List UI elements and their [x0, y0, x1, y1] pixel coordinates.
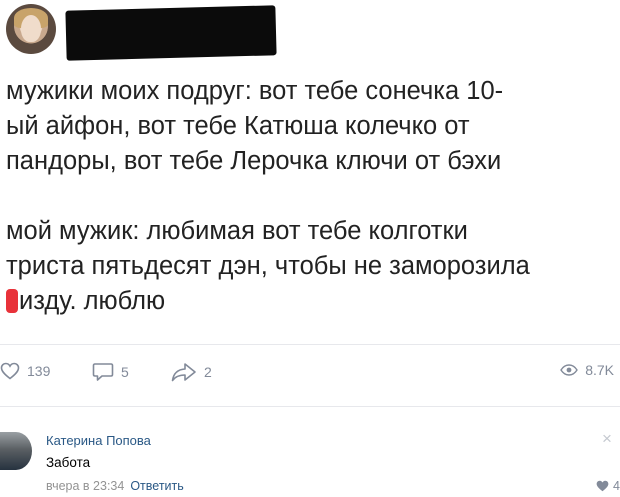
heart-icon [0, 362, 20, 380]
author-avatar[interactable] [6, 4, 56, 54]
post-line: триста пятьдесят дэн, чтобы не заморозил… [6, 252, 530, 280]
post-paragraph-2: мой мужик: любимая вот тебе колготки трис… [6, 214, 606, 319]
close-icon[interactable]: × [602, 429, 612, 449]
comment-avatar[interactable] [0, 432, 32, 470]
like-button[interactable]: 139 [0, 362, 50, 380]
avatar-face [21, 15, 41, 42]
post-text: мужики моих подруг: вот тебе сонечка 10-… [6, 74, 606, 319]
share-count: 2 [204, 364, 212, 380]
post-line: изду. люблю [19, 287, 166, 315]
share-icon [171, 363, 196, 382]
views-counter: 8.7K [560, 362, 614, 378]
reply-link[interactable]: Ответить [130, 479, 183, 493]
comment-time[interactable]: вчера в 23:34 [46, 479, 124, 493]
comment-icon [92, 363, 114, 381]
heart-icon [596, 480, 609, 492]
author-name-redaction [65, 5, 277, 61]
divider [0, 406, 620, 407]
comment-like-button[interactable]: 4 [596, 479, 620, 493]
comment-like-count: 4 [613, 479, 620, 493]
comment-count: 5 [121, 364, 129, 380]
comment-button[interactable]: 5 [92, 362, 129, 382]
comment-text: Забота [46, 455, 91, 470]
comment-author[interactable]: Катерина Попова [46, 433, 151, 448]
post-line: мой мужик: любимая вот тебе колготки [6, 217, 468, 245]
share-button[interactable]: 2 [171, 362, 212, 382]
eye-icon [560, 364, 579, 376]
post-actions: 139 5 2 8.7K [0, 358, 620, 388]
views-count: 8.7K [585, 362, 614, 378]
post-paragraph-1: мужики моих подруг: вот тебе сонечка 10-… [6, 77, 504, 175]
comment-meta: вчера в 23:34 Ответить [46, 479, 184, 493]
divider [0, 344, 620, 345]
censor-mark [6, 289, 18, 313]
like-count: 139 [27, 363, 51, 379]
